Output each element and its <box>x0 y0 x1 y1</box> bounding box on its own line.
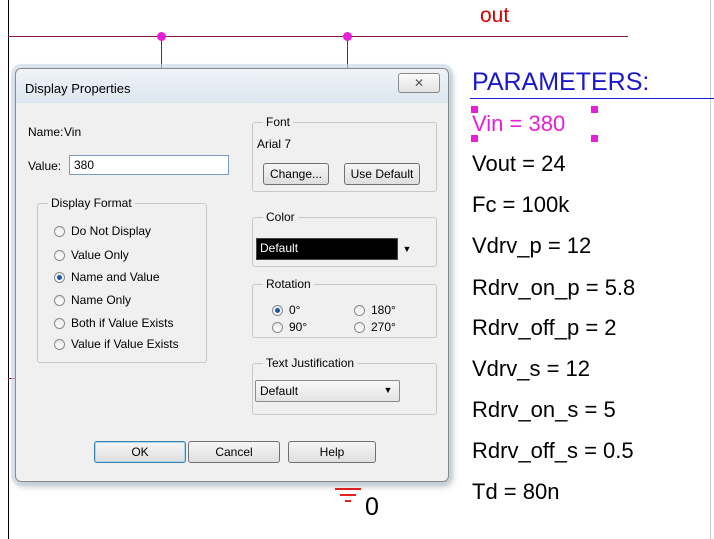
dialog-titlebar[interactable]: Display Properties ✕ <box>16 69 448 103</box>
canvas-border-left <box>8 0 9 539</box>
radio-label: 0° <box>289 303 301 317</box>
display-properties-dialog: Display Properties ✕ Name: Vin Value: 38… <box>15 68 449 482</box>
radio-button[interactable] <box>54 338 65 350</box>
dialog-title: Display Properties <box>25 81 131 96</box>
cancel-button[interactable]: Cancel <box>188 441 280 463</box>
radio-button[interactable] <box>54 294 65 306</box>
parameter-line[interactable]: Vdrv_s = 12 <box>472 356 590 382</box>
parameter-line[interactable]: Td = 80n <box>472 479 559 505</box>
parameters-title[interactable]: PARAMETERS: <box>472 68 649 97</box>
close-icon: ✕ <box>413 76 425 90</box>
rotation-option-180[interactable]: 180° <box>354 303 396 317</box>
radio-label: 270° <box>371 320 396 334</box>
ok-button[interactable]: OK <box>94 441 186 463</box>
parameter-line[interactable]: Rdrv_off_s = 0.5 <box>472 438 634 464</box>
selection-handle-bl[interactable] <box>471 135 478 142</box>
radio-button-selected[interactable] <box>54 271 65 283</box>
use-default-font-button[interactable]: Use Default <box>344 163 420 185</box>
display-format-option-do-not-display[interactable]: Do Not Display <box>54 224 151 238</box>
ground-bar-3 <box>345 500 351 502</box>
radio-button-selected[interactable] <box>272 304 283 316</box>
radio-label: Value Only <box>71 248 129 262</box>
display-format-option-name-only[interactable]: Name Only <box>54 293 131 307</box>
dropdown-arrow-icon: ▼ <box>383 385 393 395</box>
junction-dot-left <box>157 32 166 41</box>
color-group-title: Color <box>263 210 298 224</box>
parameter-line[interactable]: Rdrv_on_s = 5 <box>472 397 616 423</box>
parameter-line[interactable]: Vdrv_p = 12 <box>472 233 591 259</box>
change-font-button[interactable]: Change... <box>263 163 329 185</box>
name-label: Name: <box>28 125 64 139</box>
radio-button[interactable] <box>54 249 65 261</box>
radio-label: Value if Value Exists <box>71 337 179 351</box>
text-justification-dropdown[interactable]: Default ▼ <box>255 380 400 402</box>
ground-net-label[interactable]: 0 <box>365 493 379 522</box>
selection-handle-br[interactable] <box>591 135 598 142</box>
radio-button[interactable] <box>54 225 65 237</box>
radio-label: Name Only <box>71 293 132 307</box>
display-format-option-value-only[interactable]: Value Only <box>54 248 129 262</box>
color-dropdown[interactable]: Default ▼ <box>256 238 416 260</box>
parameter-line[interactable]: Rdrv_on_p = 5.8 <box>472 275 635 301</box>
value-label: Value: <box>28 159 62 173</box>
radio-button[interactable] <box>354 321 365 333</box>
parameter-line[interactable]: Fc = 100k <box>472 192 569 218</box>
junction-dot-right <box>343 32 352 41</box>
help-button[interactable]: Help <box>288 441 376 463</box>
justification-selected-value: Default <box>260 384 299 398</box>
display-format-group-title: Display Format <box>48 196 135 210</box>
value-input[interactable]: 380 <box>69 155 229 175</box>
parameter-line[interactable]: Rdrv_off_p = 2 <box>472 315 617 341</box>
display-format-option-both-if-value-exists[interactable]: Both if Value Exists <box>54 316 174 330</box>
radio-button[interactable] <box>54 317 65 329</box>
radio-label: Both if Value Exists <box>71 316 174 330</box>
close-button[interactable]: ✕ <box>398 73 440 93</box>
display-format-option-name-and-value[interactable]: Name and Value <box>54 270 160 284</box>
color-selected-value: Default <box>256 238 398 260</box>
radio-label: 90° <box>289 320 308 334</box>
name-value: Vin <box>64 125 82 139</box>
ground-bar-1 <box>335 488 361 490</box>
selection-handle-tr[interactable] <box>591 106 598 113</box>
parameters-underline <box>470 98 714 99</box>
font-group-title: Font <box>263 115 294 129</box>
rotation-option-90[interactable]: 90° <box>272 320 307 334</box>
radio-label: Name and Value <box>71 270 160 284</box>
net-label-out[interactable]: out <box>480 4 509 28</box>
font-current-value: Arial 7 <box>257 137 292 151</box>
parameter-line[interactable]: Vout = 24 <box>472 151 566 177</box>
rotation-option-0[interactable]: 0° <box>272 303 300 317</box>
display-format-option-value-if-value-exists[interactable]: Value if Value Exists <box>54 337 179 351</box>
radio-button[interactable] <box>272 321 283 333</box>
selection-handle-tl[interactable] <box>471 106 478 113</box>
parameter-line-selected[interactable]: Vin = 380 <box>472 111 565 137</box>
canvas-border-bottom-right <box>710 0 711 539</box>
radio-button[interactable] <box>354 304 365 316</box>
net-wire-out[interactable] <box>8 36 628 37</box>
radio-label: Do Not Display <box>71 224 152 238</box>
rotation-group-title: Rotation <box>263 277 314 291</box>
rotation-option-270[interactable]: 270° <box>354 320 396 334</box>
text-justification-group-title: Text Justification <box>263 356 358 370</box>
ground-bar-2 <box>340 494 356 496</box>
dropdown-arrow-icon: ▼ <box>402 244 412 254</box>
radio-label: 180° <box>371 303 396 317</box>
